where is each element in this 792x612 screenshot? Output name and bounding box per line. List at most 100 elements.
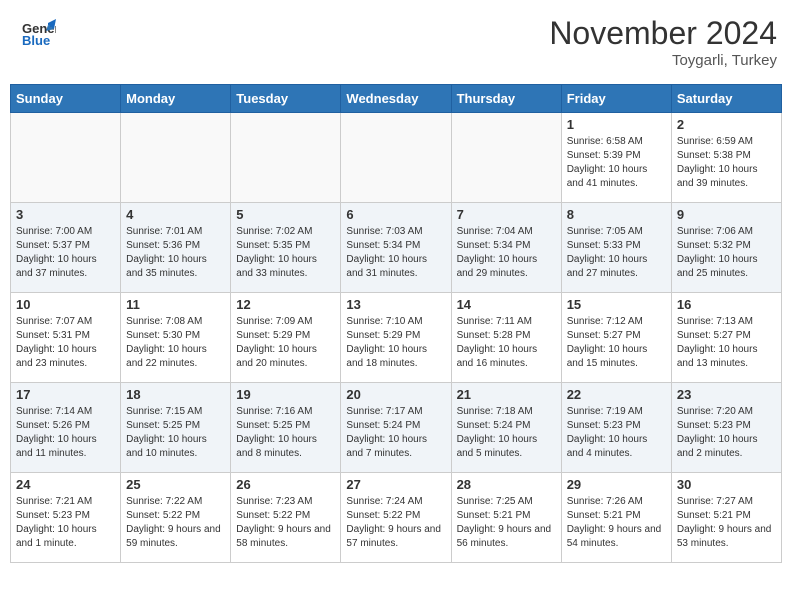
day-info: Sunrise: 7:10 AM Sunset: 5:29 PM Dayligh… bbox=[346, 315, 445, 371]
day-info: Sunrise: 7:20 AM Sunset: 5:23 PM Dayligh… bbox=[677, 405, 776, 461]
calendar-day-20: 20 Sunrise: 7:17 AM Sunset: 5:24 PM Dayli… bbox=[341, 383, 451, 473]
weekday-header-wednesday: Wednesday bbox=[341, 85, 451, 113]
calendar-day-24: 24Sunrise: 7:21 AM Sunset: 5:23 PM Dayli… bbox=[11, 473, 121, 563]
calendar-day-16: 16Sunrise: 7:13 AM Sunset: 5:27 PM Dayli… bbox=[671, 293, 781, 383]
day-info: Sunrise: 7:11 AM Sunset: 5:28 PM Dayligh… bbox=[457, 315, 556, 371]
day-info: Sunrise: 6:58 AM Sunset: 5:39 PM Dayligh… bbox=[567, 135, 666, 191]
weekday-header-friday: Friday bbox=[561, 85, 671, 113]
day-number: 13 bbox=[346, 297, 445, 312]
day-number: 29 bbox=[567, 477, 666, 492]
calendar-day-1: 1 Sunrise: 6:58 AM Sunset: 5:39 PM Daylig… bbox=[561, 113, 671, 203]
day-number: 7 bbox=[457, 207, 556, 222]
day-number: 19 bbox=[236, 387, 335, 402]
day-number: 25 bbox=[126, 477, 225, 492]
day-info: Sunrise: 7:14 AM Sunset: 5:26 PM Dayligh… bbox=[16, 405, 115, 461]
day-info: Sunrise: 7:22 AM Sunset: 5:22 PM Dayligh… bbox=[126, 495, 225, 551]
day-info: Sunrise: 7:09 AM Sunset: 5:29 PM Dayligh… bbox=[236, 315, 335, 371]
day-info: Sunrise: 7:27 AM Sunset: 5:21 PM Dayligh… bbox=[677, 495, 776, 551]
day-number: 10 bbox=[16, 297, 115, 312]
weekday-header-row: SundayMondayTuesdayWednesdayThursdayFrid… bbox=[11, 85, 782, 113]
weekday-header-thursday: Thursday bbox=[451, 85, 561, 113]
calendar-day-25: 25 Sunrise: 7:22 AM Sunset: 5:22 PM Dayli… bbox=[121, 473, 231, 563]
svg-text:Blue: Blue bbox=[22, 33, 50, 48]
weekday-header-saturday: Saturday bbox=[671, 85, 781, 113]
calendar-day-9: 9Sunrise: 7:06 AM Sunset: 5:32 PM Daylig… bbox=[671, 203, 781, 293]
day-number: 1 bbox=[567, 117, 666, 132]
day-info: Sunrise: 7:00 AM Sunset: 5:37 PM Dayligh… bbox=[16, 225, 115, 281]
day-number: 20 bbox=[346, 387, 445, 402]
day-number: 15 bbox=[567, 297, 666, 312]
calendar-day-29: 29 Sunrise: 7:26 AM Sunset: 5:21 PM Dayli… bbox=[561, 473, 671, 563]
day-info: Sunrise: 7:15 AM Sunset: 5:25 PM Dayligh… bbox=[126, 405, 225, 461]
calendar-day-6: 6 Sunrise: 7:03 AM Sunset: 5:34 PM Daylig… bbox=[341, 203, 451, 293]
day-number: 17 bbox=[16, 387, 115, 402]
day-number: 11 bbox=[126, 297, 225, 312]
day-number: 21 bbox=[457, 387, 556, 402]
day-number: 12 bbox=[236, 297, 335, 312]
logo-mark: General Blue bbox=[20, 15, 56, 56]
calendar-day-7: 7Sunrise: 7:04 AM Sunset: 5:34 PM Daylig… bbox=[451, 203, 561, 293]
calendar-day-5: 5 Sunrise: 7:02 AM Sunset: 5:35 PM Daylig… bbox=[231, 203, 341, 293]
calendar-day-8: 8Sunrise: 7:05 AM Sunset: 5:33 PM Daylig… bbox=[561, 203, 671, 293]
calendar-week-5: 24Sunrise: 7:21 AM Sunset: 5:23 PM Dayli… bbox=[11, 473, 782, 563]
month-title: November 2024 bbox=[549, 15, 777, 52]
day-info: Sunrise: 7:26 AM Sunset: 5:21 PM Dayligh… bbox=[567, 495, 666, 551]
calendar-day-3: 3 Sunrise: 7:00 AM Sunset: 5:37 PM Daylig… bbox=[11, 203, 121, 293]
day-number: 2 bbox=[677, 117, 776, 132]
calendar-day-28: 28Sunrise: 7:25 AM Sunset: 5:21 PM Dayli… bbox=[451, 473, 561, 563]
calendar-day-empty-4 bbox=[451, 113, 561, 203]
day-number: 4 bbox=[126, 207, 225, 222]
calendar-day-17: 17 Sunrise: 7:14 AM Sunset: 5:26 PM Dayli… bbox=[11, 383, 121, 473]
calendar-table: SundayMondayTuesdayWednesdayThursdayFrid… bbox=[10, 84, 782, 563]
calendar-day-18: 18 Sunrise: 7:15 AM Sunset: 5:25 PM Dayli… bbox=[121, 383, 231, 473]
day-number: 30 bbox=[677, 477, 776, 492]
day-info: Sunrise: 7:08 AM Sunset: 5:30 PM Dayligh… bbox=[126, 315, 225, 371]
calendar-day-23: 23 Sunrise: 7:20 AM Sunset: 5:23 PM Dayli… bbox=[671, 383, 781, 473]
day-info: Sunrise: 7:16 AM Sunset: 5:25 PM Dayligh… bbox=[236, 405, 335, 461]
calendar-week-3: 10Sunrise: 7:07 AM Sunset: 5:31 PM Dayli… bbox=[11, 293, 782, 383]
calendar-day-11: 11 Sunrise: 7:08 AM Sunset: 5:30 PM Dayli… bbox=[121, 293, 231, 383]
day-number: 23 bbox=[677, 387, 776, 402]
day-number: 6 bbox=[346, 207, 445, 222]
calendar-day-12: 12 Sunrise: 7:09 AM Sunset: 5:29 PM Dayli… bbox=[231, 293, 341, 383]
title-block: November 2024 Toygarli, Turkey bbox=[549, 15, 777, 69]
calendar-day-4: 4 Sunrise: 7:01 AM Sunset: 5:36 PM Daylig… bbox=[121, 203, 231, 293]
day-number: 18 bbox=[126, 387, 225, 402]
weekday-header-tuesday: Tuesday bbox=[231, 85, 341, 113]
day-info: Sunrise: 7:21 AM Sunset: 5:23 PM Dayligh… bbox=[16, 495, 115, 551]
calendar-day-26: 26 Sunrise: 7:23 AM Sunset: 5:22 PM Dayli… bbox=[231, 473, 341, 563]
day-info: Sunrise: 7:18 AM Sunset: 5:24 PM Dayligh… bbox=[457, 405, 556, 461]
day-number: 22 bbox=[567, 387, 666, 402]
calendar-week-2: 3 Sunrise: 7:00 AM Sunset: 5:37 PM Daylig… bbox=[11, 203, 782, 293]
day-info: Sunrise: 7:03 AM Sunset: 5:34 PM Dayligh… bbox=[346, 225, 445, 281]
day-info: Sunrise: 7:24 AM Sunset: 5:22 PM Dayligh… bbox=[346, 495, 445, 551]
day-info: Sunrise: 7:23 AM Sunset: 5:22 PM Dayligh… bbox=[236, 495, 335, 551]
calendar-day-15: 15 Sunrise: 7:12 AM Sunset: 5:27 PM Dayli… bbox=[561, 293, 671, 383]
day-number: 14 bbox=[457, 297, 556, 312]
calendar-day-22: 22Sunrise: 7:19 AM Sunset: 5:23 PM Dayli… bbox=[561, 383, 671, 473]
calendar-day-14: 14 Sunrise: 7:11 AM Sunset: 5:28 PM Dayli… bbox=[451, 293, 561, 383]
day-info: Sunrise: 7:17 AM Sunset: 5:24 PM Dayligh… bbox=[346, 405, 445, 461]
calendar-week-4: 17 Sunrise: 7:14 AM Sunset: 5:26 PM Dayli… bbox=[11, 383, 782, 473]
calendar-day-13: 13 Sunrise: 7:10 AM Sunset: 5:29 PM Dayli… bbox=[341, 293, 451, 383]
calendar-day-30: 30 Sunrise: 7:27 AM Sunset: 5:21 PM Dayli… bbox=[671, 473, 781, 563]
day-info: Sunrise: 7:25 AM Sunset: 5:21 PM Dayligh… bbox=[457, 495, 556, 551]
day-number: 26 bbox=[236, 477, 335, 492]
calendar-day-empty-2 bbox=[231, 113, 341, 203]
day-info: Sunrise: 7:02 AM Sunset: 5:35 PM Dayligh… bbox=[236, 225, 335, 281]
day-number: 3 bbox=[16, 207, 115, 222]
day-number: 5 bbox=[236, 207, 335, 222]
day-number: 27 bbox=[346, 477, 445, 492]
day-info: Sunrise: 6:59 AM Sunset: 5:38 PM Dayligh… bbox=[677, 135, 776, 191]
day-info: Sunrise: 7:12 AM Sunset: 5:27 PM Dayligh… bbox=[567, 315, 666, 371]
day-info: Sunrise: 7:05 AM Sunset: 5:33 PM Dayligh… bbox=[567, 225, 666, 281]
page-header: General Blue November 2024 Toygarli, Tur… bbox=[10, 10, 782, 74]
calendar-week-1: 1 Sunrise: 6:58 AM Sunset: 5:39 PM Daylig… bbox=[11, 113, 782, 203]
calendar-day-10: 10Sunrise: 7:07 AM Sunset: 5:31 PM Dayli… bbox=[11, 293, 121, 383]
day-info: Sunrise: 7:01 AM Sunset: 5:36 PM Dayligh… bbox=[126, 225, 225, 281]
logo: General Blue bbox=[20, 15, 56, 56]
calendar-day-empty-0 bbox=[11, 113, 121, 203]
calendar-day-empty-3 bbox=[341, 113, 451, 203]
day-number: 16 bbox=[677, 297, 776, 312]
day-info: Sunrise: 7:06 AM Sunset: 5:32 PM Dayligh… bbox=[677, 225, 776, 281]
